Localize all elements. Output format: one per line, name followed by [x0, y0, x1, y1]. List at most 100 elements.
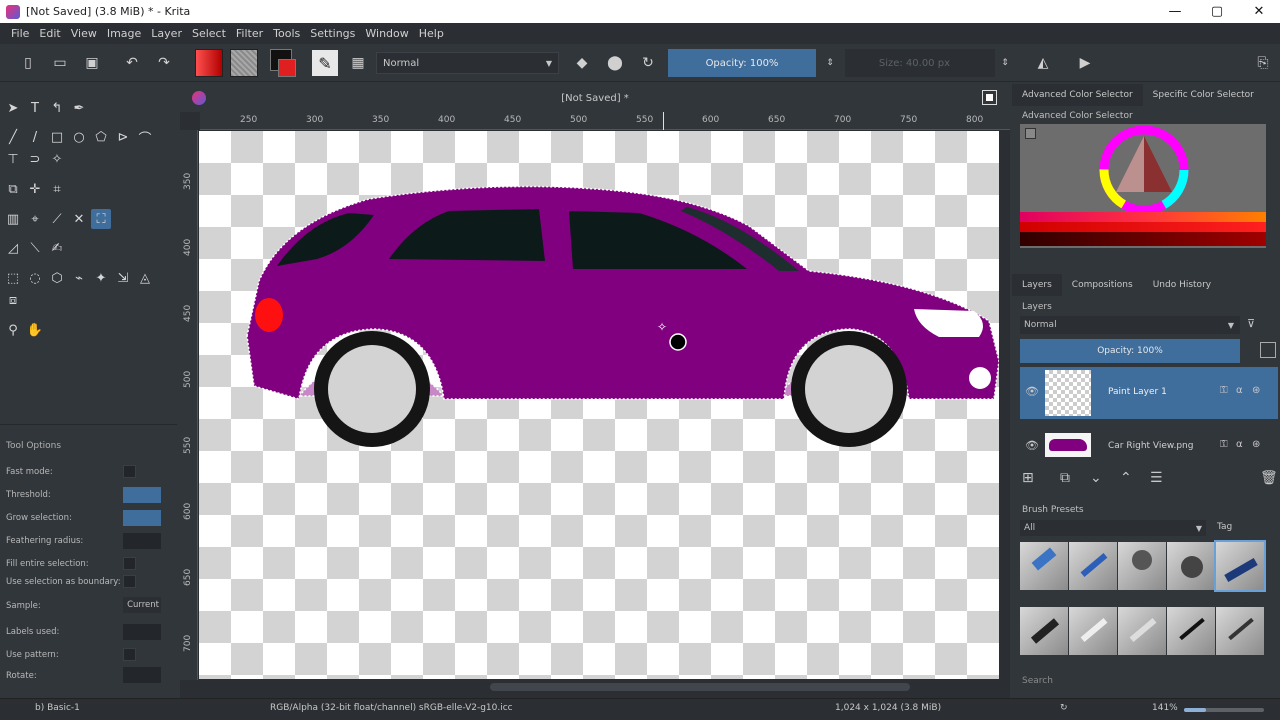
- colorize-mask-tool-icon[interactable]: ⟋: [47, 209, 67, 229]
- menu-settings[interactable]: Settings: [305, 27, 360, 40]
- bezier-select-tool-icon[interactable]: ◬: [135, 268, 155, 288]
- opacity-slider[interactable]: Opacity: 100%: [668, 49, 816, 77]
- move-layer-down-icon[interactable]: ⌄: [1090, 470, 1102, 486]
- inherit-alpha-icon[interactable]: ⊛: [1252, 439, 1260, 450]
- brush-preset-smudge[interactable]: [1118, 606, 1166, 655]
- brush-preset-ink-selected[interactable]: [1214, 540, 1266, 592]
- undo-icon[interactable]: ↶: [122, 53, 142, 73]
- polygon-tool-icon[interactable]: ⬠: [91, 127, 111, 147]
- labels-used-field[interactable]: [123, 624, 161, 640]
- document-tab[interactable]: [Not Saved] *: [561, 93, 629, 104]
- layer-row-paint-layer-1[interactable]: 👁 Paint Layer 1 ⚿ α ⊛: [1020, 367, 1278, 419]
- layer-row-car-right-view[interactable]: 👁 Car Right View.png ⚿ α ⊛: [1020, 427, 1278, 465]
- vertical-scrollbar[interactable]: [999, 131, 1010, 680]
- brush-search-input[interactable]: Search: [1022, 676, 1053, 686]
- transform-tool-icon[interactable]: ⧉: [3, 179, 23, 199]
- tab-undo-history[interactable]: Undo History: [1143, 274, 1221, 296]
- feathering-radius-slider[interactable]: [123, 533, 161, 549]
- menu-edit[interactable]: Edit: [34, 27, 65, 40]
- ellipse-tool-icon[interactable]: ○: [69, 127, 89, 147]
- color-wheel[interactable]: [1020, 124, 1266, 248]
- polyline-tool-icon[interactable]: ⊳: [113, 127, 133, 147]
- layer-blend-mode-select[interactable]: Normal ▼: [1020, 316, 1240, 334]
- minimize-button[interactable]: —: [1154, 0, 1196, 23]
- brush-preset-airbrush[interactable]: [1118, 542, 1166, 590]
- move-layer-up-icon[interactable]: ⌃: [1120, 470, 1132, 486]
- freehand-select-tool-icon[interactable]: ⌁: [69, 268, 89, 288]
- tab-compositions[interactable]: Compositions: [1062, 274, 1143, 296]
- filter-icon[interactable]: ⊽: [1247, 317, 1255, 330]
- open-document-icon[interactable]: ▭: [50, 53, 70, 73]
- delete-layer-icon[interactable]: 🗑: [1260, 470, 1278, 486]
- close-tab-icon[interactable]: [982, 90, 997, 105]
- drawing-canvas[interactable]: ✧: [199, 131, 1000, 679]
- alpha-lock-icon[interactable]: α: [1236, 385, 1243, 396]
- lock-icon[interactable]: ⚿: [1220, 385, 1228, 396]
- eye-visible-icon[interactable]: 👁: [1025, 385, 1039, 398]
- layer-opacity-slider[interactable]: Opacity: 100%: [1020, 339, 1240, 363]
- brush-preset-wet[interactable]: [1069, 606, 1117, 655]
- menu-filter[interactable]: Filter: [231, 27, 268, 40]
- color-bar-saturation[interactable]: [1020, 222, 1266, 232]
- brush-tag-button[interactable]: Tag: [1217, 522, 1232, 532]
- zoom-slider[interactable]: [1184, 708, 1264, 712]
- size-slider[interactable]: Size: 40.00 px: [845, 49, 995, 77]
- brush-preset-icon[interactable]: ✎: [312, 50, 338, 76]
- layer-menu-icon[interactable]: ☰: [1150, 470, 1163, 486]
- smart-fill-tool-icon[interactable]: ✕: [69, 209, 89, 229]
- freehand-brush-tool-icon[interactable]: ╱: [3, 127, 23, 147]
- inherit-alpha-icon[interactable]: ⊛: [1252, 385, 1260, 396]
- zoom-tool-icon[interactable]: ⚲: [3, 320, 23, 340]
- color-selector-settings-icon[interactable]: [1025, 128, 1036, 139]
- brush-preset-eraser[interactable]: [1020, 542, 1068, 590]
- redo-icon[interactable]: ↷: [154, 53, 174, 73]
- select-shapes-tool-icon[interactable]: ➤: [3, 98, 23, 118]
- pattern-swatch[interactable]: [230, 49, 258, 77]
- smart-patch-tool-icon[interactable]: ✧: [47, 149, 67, 169]
- save-document-icon[interactable]: ▣: [82, 53, 102, 73]
- menu-view[interactable]: View: [66, 27, 102, 40]
- reload-preset-icon[interactable]: ↻: [638, 53, 658, 73]
- gradient-tool-icon[interactable]: ▥: [3, 209, 23, 229]
- multibrush-tool-icon[interactable]: ⊃: [25, 149, 45, 169]
- close-button[interactable]: ✕: [1238, 0, 1280, 23]
- use-pattern-checkbox[interactable]: [123, 648, 136, 661]
- menu-select[interactable]: Select: [187, 27, 231, 40]
- blend-mode-select[interactable]: Normal ▼: [376, 52, 559, 74]
- layer-properties-icon[interactable]: [1260, 342, 1276, 358]
- menu-window[interactable]: Window: [360, 27, 413, 40]
- fill-entire-selection-checkbox[interactable]: [123, 557, 136, 570]
- duplicate-layer-icon[interactable]: ⧉: [1060, 470, 1070, 486]
- eye-visible-icon[interactable]: 👁: [1025, 439, 1039, 452]
- dynamic-brush-tool-icon[interactable]: ⊤: [3, 149, 23, 169]
- edit-shapes-tool-icon[interactable]: ↰: [47, 98, 67, 118]
- mirror-vertical-icon[interactable]: ▶: [1075, 53, 1095, 73]
- brush-preset-blender[interactable]: [1167, 542, 1215, 590]
- zoom-level[interactable]: 141%: [1152, 703, 1178, 713]
- sample-select[interactable]: Current: [123, 597, 161, 613]
- pan-tool-icon[interactable]: ✋: [25, 320, 45, 340]
- brush-preset-pencil[interactable]: [1069, 542, 1117, 590]
- color-picker-tool-icon[interactable]: ⌖: [25, 209, 45, 229]
- eraser-mode-icon[interactable]: ◆: [572, 53, 592, 73]
- fill-tool-icon[interactable]: ⛶: [91, 209, 111, 229]
- threshold-slider[interactable]: [123, 487, 161, 503]
- gradient-swatch[interactable]: [195, 49, 223, 77]
- menu-help[interactable]: Help: [414, 27, 449, 40]
- fast-mode-checkbox[interactable]: [123, 465, 136, 478]
- assistant-tool-icon[interactable]: ◿: [3, 238, 23, 258]
- rotate-field[interactable]: [123, 667, 161, 683]
- mirror-horizontal-icon[interactable]: ◭: [1033, 53, 1053, 73]
- rectangle-tool-icon[interactable]: □: [47, 127, 67, 147]
- tab-advanced-color-selector[interactable]: Advanced Color Selector: [1012, 84, 1143, 106]
- opacity-spinner-icon[interactable]: ⇕: [820, 53, 840, 73]
- workspace-chooser-icon[interactable]: ⎘: [1253, 53, 1273, 73]
- magnetic-select-tool-icon[interactable]: ⧈: [3, 290, 23, 310]
- menu-layer[interactable]: Layer: [146, 27, 187, 40]
- grow-selection-slider[interactable]: [123, 510, 161, 526]
- foreground-color-swatch[interactable]: [278, 59, 296, 77]
- menu-image[interactable]: Image: [102, 27, 146, 40]
- calligraphy-tool-icon[interactable]: ✒: [69, 98, 89, 118]
- text-tool-icon[interactable]: T: [25, 98, 45, 118]
- menu-file[interactable]: File: [6, 27, 34, 40]
